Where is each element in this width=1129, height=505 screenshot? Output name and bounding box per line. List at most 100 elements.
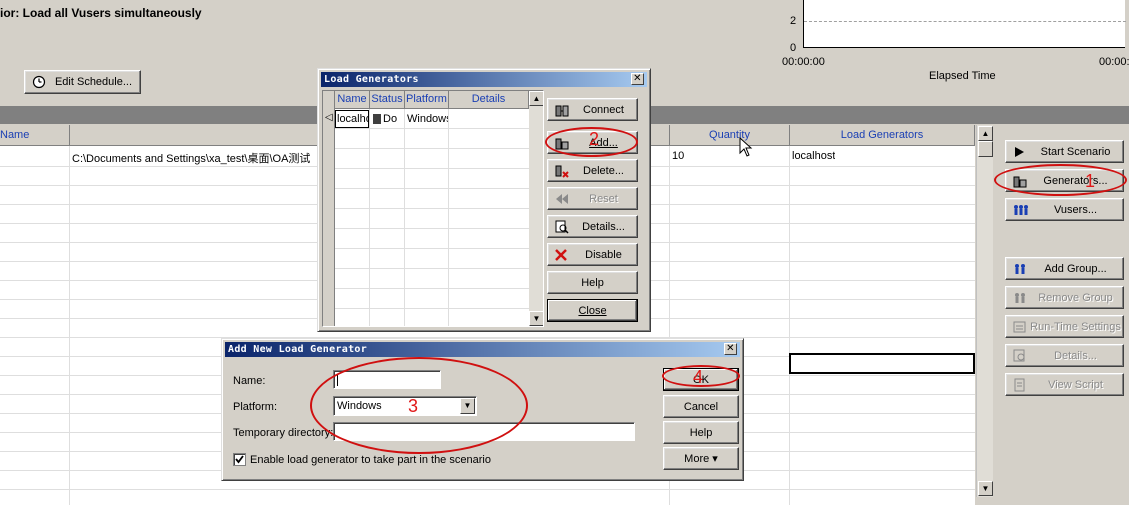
- chevron-down-icon[interactable]: ▼: [460, 398, 475, 414]
- view-script-button[interactable]: View Script: [1005, 373, 1124, 396]
- load-generators-title: Load Generators: [324, 74, 419, 85]
- platform-label: Platform:: [233, 401, 278, 413]
- cancel-label: Cancel: [683, 400, 719, 413]
- remove-group-label: Remove Group: [1038, 291, 1113, 304]
- graph-gridline: [804, 21, 1126, 22]
- more-label: More ▾: [684, 453, 718, 465]
- annotation-number-3: 3: [408, 396, 419, 416]
- reset-label: Reset: [589, 192, 618, 205]
- lg-close-button[interactable]: Close: [547, 299, 638, 322]
- runtime-settings-button[interactable]: Run-Time Settings: [1005, 315, 1124, 338]
- delete-label: Delete...: [583, 164, 624, 177]
- grid-row1-load-generator[interactable]: localhost: [792, 150, 835, 162]
- remove-group-icon: [1015, 292, 1025, 303]
- lg-scroll-up-arrow[interactable]: ▲: [529, 91, 543, 106]
- cancel-button[interactable]: Cancel: [663, 395, 739, 418]
- lg-header-status[interactable]: Status: [370, 91, 405, 109]
- platform-select[interactable]: Windows ▼: [333, 396, 477, 416]
- add-group-icon: [1015, 263, 1025, 274]
- connect-label: Connect: [583, 103, 624, 116]
- vusers-button[interactable]: Vusers...: [1005, 198, 1124, 221]
- name-input[interactable]: [333, 370, 441, 389]
- lg-row-line: [335, 128, 543, 129]
- start-scenario-label: Start Scenario: [1040, 145, 1111, 158]
- grid-scrollbar[interactable]: ▲ ▼: [976, 125, 993, 497]
- graph-ytick-2: 2: [790, 15, 797, 27]
- annotation-number-1: 1: [1085, 171, 1096, 191]
- lg-row-status[interactable]: Do: [383, 113, 404, 125]
- rewind-icon: [556, 193, 568, 204]
- close-icon[interactable]: ✕: [631, 73, 644, 85]
- delete-icon: [555, 165, 569, 178]
- annotation-number-2: 2: [589, 129, 600, 149]
- load-generators-titlebar[interactable]: Load Generators ✕: [321, 72, 647, 87]
- red-x-icon: [555, 248, 567, 261]
- details-button[interactable]: Details...: [1005, 344, 1124, 367]
- connect-button[interactable]: Connect: [547, 98, 638, 121]
- lg-row-line: [335, 248, 543, 249]
- add-group-button[interactable]: Add Group...: [1005, 257, 1124, 280]
- edit-schedule-button[interactable]: Edit Schedule...: [24, 70, 141, 94]
- add-load-generator-dialog: Add New Load Generator ✕ Name: Platform:…: [221, 338, 744, 481]
- grid-header-load-generators[interactable]: Load Generators: [790, 125, 975, 146]
- scroll-down-arrow[interactable]: ▼: [978, 481, 993, 496]
- edit-schedule-label: Edit Schedule...: [54, 76, 133, 88]
- users-icon: [1014, 204, 1028, 215]
- details-label: Details...: [1054, 349, 1097, 362]
- disable-button[interactable]: Disable: [547, 243, 638, 266]
- load-generators-list[interactable]: Name Status Platform Details ◁ localhost…: [322, 90, 544, 327]
- grid-row1-path[interactable]: C:\Documents and Settings\xa_test\桌面\OA测…: [72, 150, 320, 166]
- grid-header-name[interactable]: Name: [0, 125, 70, 146]
- lg-col-line: [369, 109, 370, 326]
- lg-close-label: Close: [578, 304, 607, 317]
- reset-button[interactable]: Reset: [547, 187, 638, 210]
- graph-ytick-0: 0: [790, 42, 797, 54]
- lg-header-name[interactable]: Name: [335, 91, 370, 109]
- lg-help-label: Help: [581, 276, 604, 289]
- lg-row-line: [335, 168, 543, 169]
- settings-icon: [1013, 321, 1026, 332]
- details-icon: [1013, 349, 1025, 361]
- add-generator-titlebar[interactable]: Add New Load Generator ✕: [225, 342, 740, 357]
- lg-header-details[interactable]: Details: [449, 91, 529, 109]
- add-group-label: Add Group...: [1044, 262, 1107, 275]
- platform-select-value: Windows: [337, 400, 382, 412]
- scroll-thumb[interactable]: [978, 141, 993, 157]
- delete-button[interactable]: Delete...: [547, 159, 638, 182]
- status-down-icon: [373, 114, 381, 124]
- lg-row-line: [335, 308, 543, 309]
- help-button[interactable]: Help: [663, 421, 739, 444]
- more-button[interactable]: More ▾: [663, 447, 739, 470]
- lg-list-scrollbar[interactable]: ▲ ▼: [529, 91, 543, 326]
- lg-row-platform[interactable]: Windows: [407, 113, 448, 125]
- enable-checkbox[interactable]: [233, 453, 246, 466]
- enable-checkbox-label[interactable]: Enable load generator to take part in th…: [250, 454, 491, 466]
- script-icon: [1014, 378, 1025, 391]
- grid-row-line: [0, 489, 975, 490]
- name-label: Name:: [233, 375, 266, 387]
- grid-edit-cell[interactable]: [789, 353, 975, 374]
- generator-icon: [1013, 176, 1027, 187]
- grid-header-quantity[interactable]: Quantity: [670, 125, 790, 146]
- tempdir-input[interactable]: [333, 422, 635, 441]
- lg-scroll-down-arrow[interactable]: ▼: [529, 311, 543, 326]
- start-scenario-button[interactable]: Start Scenario: [1005, 140, 1124, 163]
- close-icon[interactable]: ✕: [724, 343, 737, 355]
- generators-label: Generators...: [1043, 174, 1108, 187]
- lg-details-label: Details...: [582, 220, 625, 233]
- remove-group-button[interactable]: Remove Group: [1005, 286, 1124, 309]
- help-label: Help: [689, 426, 713, 439]
- load-generators-dialog: Load Generators ✕ Name Status Platform D…: [317, 68, 651, 332]
- grid-row1-quantity[interactable]: 10: [672, 150, 684, 162]
- scroll-up-arrow[interactable]: ▲: [978, 126, 993, 141]
- generators-button[interactable]: Generators...: [1005, 169, 1124, 192]
- mouse-cursor-icon: [739, 137, 753, 157]
- lg-row-name[interactable]: localhost: [335, 110, 369, 128]
- graph-xtick-end: 00:00:: [1099, 56, 1129, 68]
- lg-row-line: [335, 148, 543, 149]
- clock-icon: [32, 75, 46, 89]
- connect-icon: [555, 105, 569, 116]
- lg-header-platform[interactable]: Platform: [405, 91, 449, 109]
- lg-details-button[interactable]: Details...: [547, 215, 638, 238]
- lg-help-button[interactable]: Help: [547, 271, 638, 294]
